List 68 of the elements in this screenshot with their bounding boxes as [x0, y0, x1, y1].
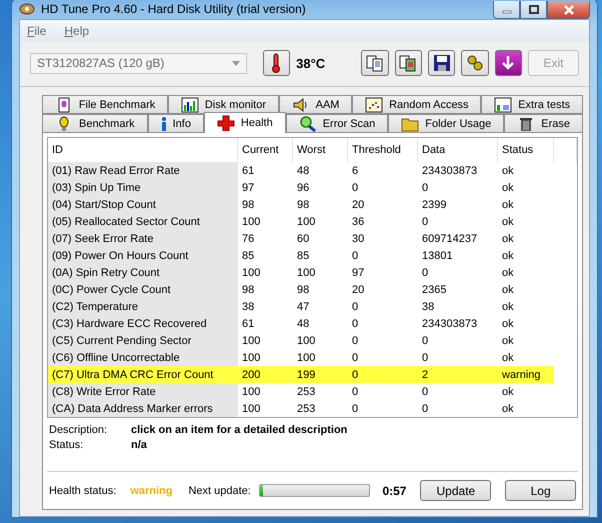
close-icon	[562, 4, 574, 14]
table-cell[interactable]: (09) Power On Hours Count	[48, 247, 238, 264]
toolbar-button[interactable]	[428, 50, 456, 76]
table-cell[interactable]: (03) Spin Up Time	[48, 179, 238, 196]
table-cell[interactable]: (C2) Temperature	[48, 298, 238, 315]
menu-item[interactable]: File	[27, 24, 46, 38]
magnifier-icon	[298, 116, 317, 132]
countdown-time: 0:57	[382, 484, 406, 498]
table-cell[interactable]: (C3) Hardware ECC Recovered	[48, 315, 238, 332]
tab[interactable]: Benchmark	[42, 114, 148, 133]
table-cell[interactable]: (C8) Write Error Rate	[48, 383, 238, 400]
thermometer-icon	[271, 53, 282, 73]
table-cell[interactable]: (04) Start/Stop Count	[48, 196, 238, 213]
detail-label: Status:	[49, 439, 84, 451]
copy-picture-icon	[399, 54, 418, 72]
table-cell[interactable]: (C7) Ultra DMA CRC Error Count	[48, 366, 238, 383]
toolbar-button[interactable]	[361, 50, 389, 76]
tab[interactable]: File Benchmark	[42, 95, 168, 114]
cross-icon	[216, 115, 235, 131]
detail-value: click on an item for a detailed description	[131, 424, 348, 436]
maximize-icon	[528, 5, 538, 14]
health-status-value: warning	[130, 484, 172, 496]
chart-grid-icon	[494, 96, 512, 112]
scatter-chart-icon	[365, 96, 384, 112]
tab[interactable]: AAM	[278, 95, 352, 114]
dropdown-arrow-icon	[232, 60, 240, 66]
next-update-label: Next update:	[188, 484, 251, 496]
info-icon	[160, 116, 167, 132]
table-cell: 199	[293, 366, 348, 383]
tab[interactable]: Info	[148, 114, 204, 133]
table-cell: 200	[238, 366, 293, 383]
toolbar-button[interactable]	[494, 50, 522, 76]
menu-item[interactable]: Help	[64, 24, 90, 38]
toolbar-button[interactable]	[461, 50, 489, 76]
gears-icon	[466, 54, 484, 72]
maximize-button[interactable]	[520, 1, 547, 19]
table-cell[interactable]: (01) Raw Read Error Rate	[48, 162, 238, 179]
minimize-button[interactable]	[493, 1, 520, 19]
toolbar-button[interactable]	[394, 50, 422, 76]
detail-label: Description:	[49, 424, 108, 436]
table-cell[interactable]: (05) Reallocated Sector Count	[48, 213, 238, 230]
temperature-button[interactable]	[262, 50, 290, 76]
table-cell: 2	[418, 366, 498, 383]
table-cell: warning	[498, 366, 554, 383]
table-cell[interactable]: (07) Seek Error Rate	[48, 230, 238, 247]
table-cell[interactable]: (C6) Offline Uncorrectable	[48, 349, 238, 366]
table-cell[interactable]: (0C) Power Cycle Count	[48, 281, 238, 298]
tab[interactable]: Extra tests	[481, 95, 583, 114]
tab[interactable]: Disk monitor	[168, 95, 279, 114]
tab[interactable]: Erase	[504, 114, 583, 133]
detail-value: n/a	[131, 439, 148, 451]
hard-disk-icon	[19, 1, 35, 17]
table-cell[interactable]: (C5) Current Pending Sector	[48, 332, 238, 349]
tab[interactable]: Random Access	[352, 95, 482, 114]
action-button[interactable]: Log	[505, 480, 576, 501]
bar-chart-icon	[180, 96, 199, 112]
action-button[interactable]: Update	[420, 480, 492, 501]
table-cell: 0	[348, 366, 418, 383]
tab[interactable]: Error Scan	[286, 114, 388, 133]
tab[interactable]: Folder Usage	[388, 114, 504, 133]
copy-icon	[366, 54, 384, 72]
table-cell[interactable]: (0A) Spin Retry Count	[48, 264, 238, 281]
window-title: HD Tune Pro 4.60 - Hard Disk Utility (trial version)	[41, 2, 307, 16]
health-status-label: Health status:	[49, 484, 116, 496]
tab[interactable]: Health	[204, 112, 286, 133]
close-button[interactable]	[547, 1, 590, 19]
temperature-reading: 38°C	[296, 56, 326, 70]
table-cell[interactable]: (CA) Data Address Marker errors	[48, 400, 238, 417]
